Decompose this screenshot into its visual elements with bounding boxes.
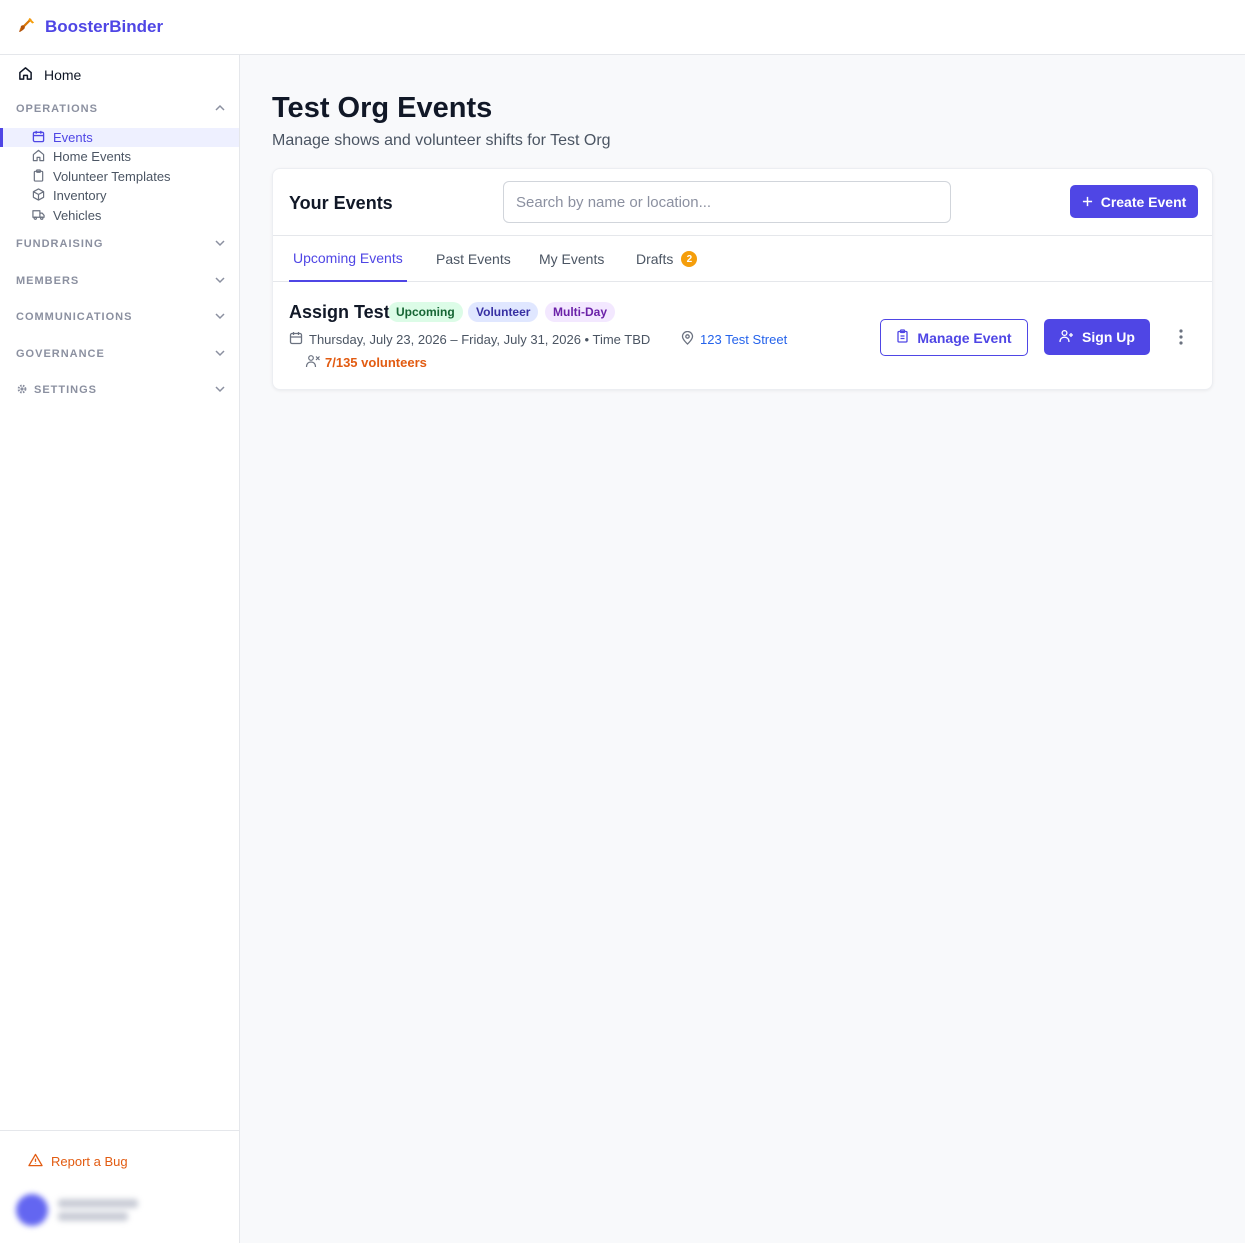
sidebar-item-label: Events xyxy=(53,130,93,145)
sidebar-item-label: Home xyxy=(44,67,82,83)
chevron-down-icon xyxy=(214,383,226,398)
user-plus-icon xyxy=(1059,329,1074,346)
truck-icon xyxy=(32,208,45,224)
section-fundraising[interactable]: FUNDRAISING xyxy=(16,235,226,253)
page-title: Test Org Events xyxy=(272,92,493,124)
tab-label: My Events xyxy=(539,251,605,267)
card-title: Your Events xyxy=(289,193,393,213)
volunteers-icon xyxy=(305,354,321,371)
report-bug-link[interactable]: Report a Bug xyxy=(28,1153,128,1170)
sidebar-item-volunteer-templates[interactable]: Volunteer Templates xyxy=(0,167,239,186)
tag-multi-day: Multi-Day xyxy=(545,302,615,322)
house-icon xyxy=(32,149,45,165)
clipboard-icon xyxy=(32,168,45,185)
section-label: COMMUNICATIONS xyxy=(16,311,133,323)
button-label: Sign Up xyxy=(1082,329,1135,345)
card-header: Your Events Create Event xyxy=(273,169,1212,236)
chevron-down-icon xyxy=(214,310,226,325)
sidebar-item-label: Inventory xyxy=(53,188,107,203)
user-menu[interactable] xyxy=(16,1193,226,1227)
section-label: FUNDRAISING xyxy=(16,238,104,250)
clipboard-icon xyxy=(896,329,909,346)
sidebar-item-events[interactable]: Events xyxy=(0,128,239,147)
sidebar-item-label: Volunteer Templates xyxy=(53,169,171,184)
tag-volunteer: Volunteer xyxy=(468,302,539,322)
chevron-down-icon xyxy=(214,274,226,289)
tab-past-events[interactable]: Past Events xyxy=(436,236,511,282)
event-date-text: Thursday, July 23, 2026 – Friday, July 3… xyxy=(309,332,651,347)
app-name: BoosterBinder xyxy=(45,17,164,36)
map-pin-icon xyxy=(681,330,694,348)
plus-icon xyxy=(1082,194,1093,210)
event-location-text: 123 Test Street xyxy=(700,332,788,347)
box-icon xyxy=(32,187,45,204)
tab-upcoming-events[interactable]: Upcoming Events xyxy=(289,236,407,282)
warning-icon xyxy=(28,1153,43,1170)
sidebar-item-home-events[interactable]: Home Events xyxy=(0,147,239,166)
sidebar: Home OPERATIONS Events Home Events Volun… xyxy=(0,55,240,1243)
calendar-icon xyxy=(289,331,303,348)
event-date: Thursday, July 23, 2026 – Friday, July 3… xyxy=(289,331,650,348)
chevron-down-icon xyxy=(214,347,226,362)
sidebar-footer: Report a Bug xyxy=(0,1130,239,1243)
calendar-icon xyxy=(32,130,45,146)
event-row: Assign Test Upcoming Volunteer Multi-Day… xyxy=(273,282,1212,391)
section-label: OPERATIONS xyxy=(16,103,98,115)
trumpet-icon xyxy=(18,15,37,39)
section-governance[interactable]: GOVERNANCE xyxy=(16,345,226,363)
section-settings[interactable]: SETTINGS xyxy=(16,381,226,399)
tab-my-events[interactable]: My Events xyxy=(539,236,604,282)
gear-icon xyxy=(16,383,28,398)
report-bug-label: Report a Bug xyxy=(51,1154,128,1169)
section-members[interactable]: MEMBERS xyxy=(16,272,226,290)
drafts-count-badge: 2 xyxy=(681,251,698,267)
top-bar: BoosterBinder xyxy=(0,0,1245,55)
manage-event-button[interactable]: Manage Event xyxy=(880,319,1028,356)
button-label: Create Event xyxy=(1100,193,1187,210)
section-label: GOVERNANCE xyxy=(16,348,105,360)
house-icon xyxy=(18,66,33,84)
more-options-icon[interactable] xyxy=(1171,326,1191,348)
chevron-down-icon xyxy=(214,237,226,252)
event-location[interactable]: 123 Test Street xyxy=(681,330,788,348)
brand[interactable]: BoosterBinder xyxy=(18,15,163,39)
user-info-blurred xyxy=(58,1199,138,1221)
section-operations[interactable]: OPERATIONS xyxy=(16,100,226,118)
section-label: MEMBERS xyxy=(16,275,80,287)
tag-upcoming: Upcoming xyxy=(388,302,463,322)
search-input[interactable] xyxy=(503,181,951,223)
tab-label: Upcoming Events xyxy=(293,250,403,266)
tab-label: Drafts xyxy=(636,251,674,267)
tab-drafts[interactable]: Drafts 2 xyxy=(636,236,698,282)
page-subtitle: Manage shows and volunteer shifts for Te… xyxy=(272,132,611,149)
tab-label: Past Events xyxy=(436,251,511,267)
sidebar-item-vehicles[interactable]: Vehicles xyxy=(0,206,239,225)
create-event-button[interactable]: Create Event xyxy=(1070,185,1198,218)
sidebar-item-home[interactable]: Home xyxy=(18,65,81,85)
button-label: Manage Event xyxy=(917,329,1012,346)
event-tabs: Upcoming Events Past Events My Events Dr… xyxy=(273,236,1212,282)
chevron-up-icon xyxy=(214,102,226,117)
event-title[interactable]: Assign Test xyxy=(289,302,390,323)
section-label: SETTINGS xyxy=(34,384,98,396)
event-volunteers: 7/135 volunteers xyxy=(305,354,427,371)
sidebar-item-label: Home Events xyxy=(53,149,132,164)
sign-up-button[interactable]: Sign Up xyxy=(1044,319,1150,355)
section-communications[interactable]: COMMUNICATIONS xyxy=(16,308,226,326)
sidebar-item-inventory[interactable]: Inventory xyxy=(0,186,239,205)
events-card: Your Events Create Event Upcoming Events… xyxy=(272,168,1213,390)
avatar xyxy=(16,1194,48,1226)
sidebar-item-label: Vehicles xyxy=(53,208,102,223)
volunteers-count: 7/135 volunteers xyxy=(325,355,427,370)
